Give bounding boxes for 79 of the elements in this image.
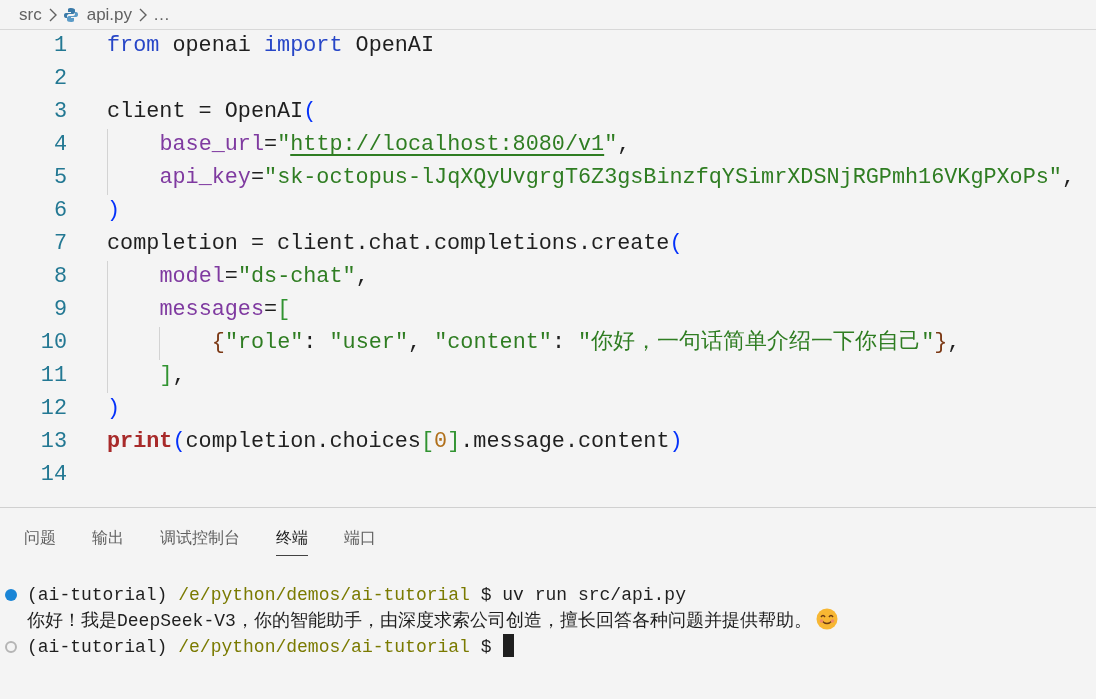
url-link[interactable]: http://localhost:8080/v1 xyxy=(290,129,605,162)
chevron-icon xyxy=(138,7,148,22)
code-token: ( xyxy=(172,428,186,457)
line-number: 7 xyxy=(52,230,67,259)
code-token: "role" xyxy=(224,329,304,358)
line-number: 3 xyxy=(52,98,67,127)
code-token: : xyxy=(551,329,566,358)
line-number: 9 xyxy=(52,296,67,325)
line-number: 4 xyxy=(52,131,67,160)
code-token: , xyxy=(172,362,186,391)
terminal-path: /e/python/demos/ai-tutorial xyxy=(178,585,470,605)
code-token: model xyxy=(159,263,225,292)
line-number: 1 xyxy=(52,32,67,61)
code-token: ( xyxy=(669,230,683,259)
line-number: 13 xyxy=(39,428,67,457)
code-token: completion = client.chat.completions.create xyxy=(107,230,670,259)
code-token: from xyxy=(107,32,160,61)
terminal-command: $ xyxy=(480,637,492,657)
code-token: base_url xyxy=(159,131,265,160)
panel-tab[interactable]: 终端 xyxy=(276,526,308,556)
terminal-path: /e/python/demos/ai-tutorial xyxy=(178,637,470,657)
panel-tab[interactable]: 输出 xyxy=(92,526,124,556)
code-token: api_key xyxy=(159,164,251,193)
breadcrumb-item[interactable]: api.py xyxy=(86,1,133,28)
code-token: ) xyxy=(107,197,121,226)
line-number: 8 xyxy=(52,263,67,292)
code-token: ] xyxy=(159,362,173,391)
code-token: , xyxy=(355,263,369,292)
terminal-output: 你好！我是DeepSeek-V3，你的智能助手，由深度求索公司创造，擅长回答各种问题并提供帮助。 xyxy=(27,611,812,631)
code-token: = xyxy=(264,131,278,160)
code-token: { xyxy=(211,329,225,358)
line-number: 2 xyxy=(52,65,67,94)
code-token: : xyxy=(303,329,318,358)
code-token: "sk-octopus-lJqXQyUvgrgT6Z3gsBinzfqYSimrXDSNjRGPmh16VKgPXoPs" xyxy=(264,164,1062,193)
code-token: [ xyxy=(277,296,291,325)
panel-tab[interactable]: 端口 xyxy=(344,526,376,556)
code-token: = xyxy=(264,296,278,325)
code-token: OpenAI xyxy=(354,32,435,61)
code-token: openai xyxy=(171,32,252,61)
line-number: 6 xyxy=(52,197,67,226)
chevron-icon xyxy=(47,7,57,22)
code-token: 0 xyxy=(434,428,448,457)
python-icon xyxy=(62,6,79,23)
code-token: } xyxy=(934,329,948,358)
code-token: .message.content xyxy=(460,428,670,457)
code-token: = xyxy=(250,164,265,193)
terminal-command: $ uv run src/api.py xyxy=(480,585,686,605)
code-token: "ds-chat" xyxy=(237,263,356,292)
code-token: , xyxy=(617,131,631,160)
code-token: [ xyxy=(420,428,435,457)
code-token: , xyxy=(947,329,961,358)
code-token: ] xyxy=(447,428,461,457)
terminal-text: (ai-tutorial) xyxy=(27,585,168,605)
code-token: ) xyxy=(107,395,121,424)
ellipsis-crumb[interactable]: … xyxy=(153,1,171,28)
code-token: client = OpenAI xyxy=(107,98,304,127)
line-number: 5 xyxy=(52,164,67,193)
code-token: "user" xyxy=(329,329,408,358)
code-token: " xyxy=(604,131,618,160)
line-number: 10 xyxy=(39,329,67,358)
terminal-text: (ai-tutorial) xyxy=(27,637,168,657)
code-token: "content" xyxy=(434,329,552,358)
line-number: 14 xyxy=(39,461,67,490)
code-token: " xyxy=(277,131,291,160)
code-token: print xyxy=(107,428,173,457)
panel-tab[interactable]: 问题 xyxy=(24,526,56,556)
panel-tab[interactable]: 调试控制台 xyxy=(160,526,240,556)
code-token: , xyxy=(1061,164,1076,193)
code-token: completion.choices xyxy=(185,428,421,457)
code-token: messages xyxy=(159,296,265,325)
code-token: "你好，一句话简单介绍一下你自己" xyxy=(578,329,935,358)
line-number: 11 xyxy=(39,362,67,391)
code-token: , xyxy=(408,329,423,358)
line-number: 12 xyxy=(39,395,67,424)
code-token: = xyxy=(224,263,238,292)
breadcrumb-item[interactable]: src xyxy=(19,1,42,28)
code-token: ) xyxy=(669,428,683,457)
code-token: ( xyxy=(303,98,317,127)
code-token: import xyxy=(264,32,343,61)
